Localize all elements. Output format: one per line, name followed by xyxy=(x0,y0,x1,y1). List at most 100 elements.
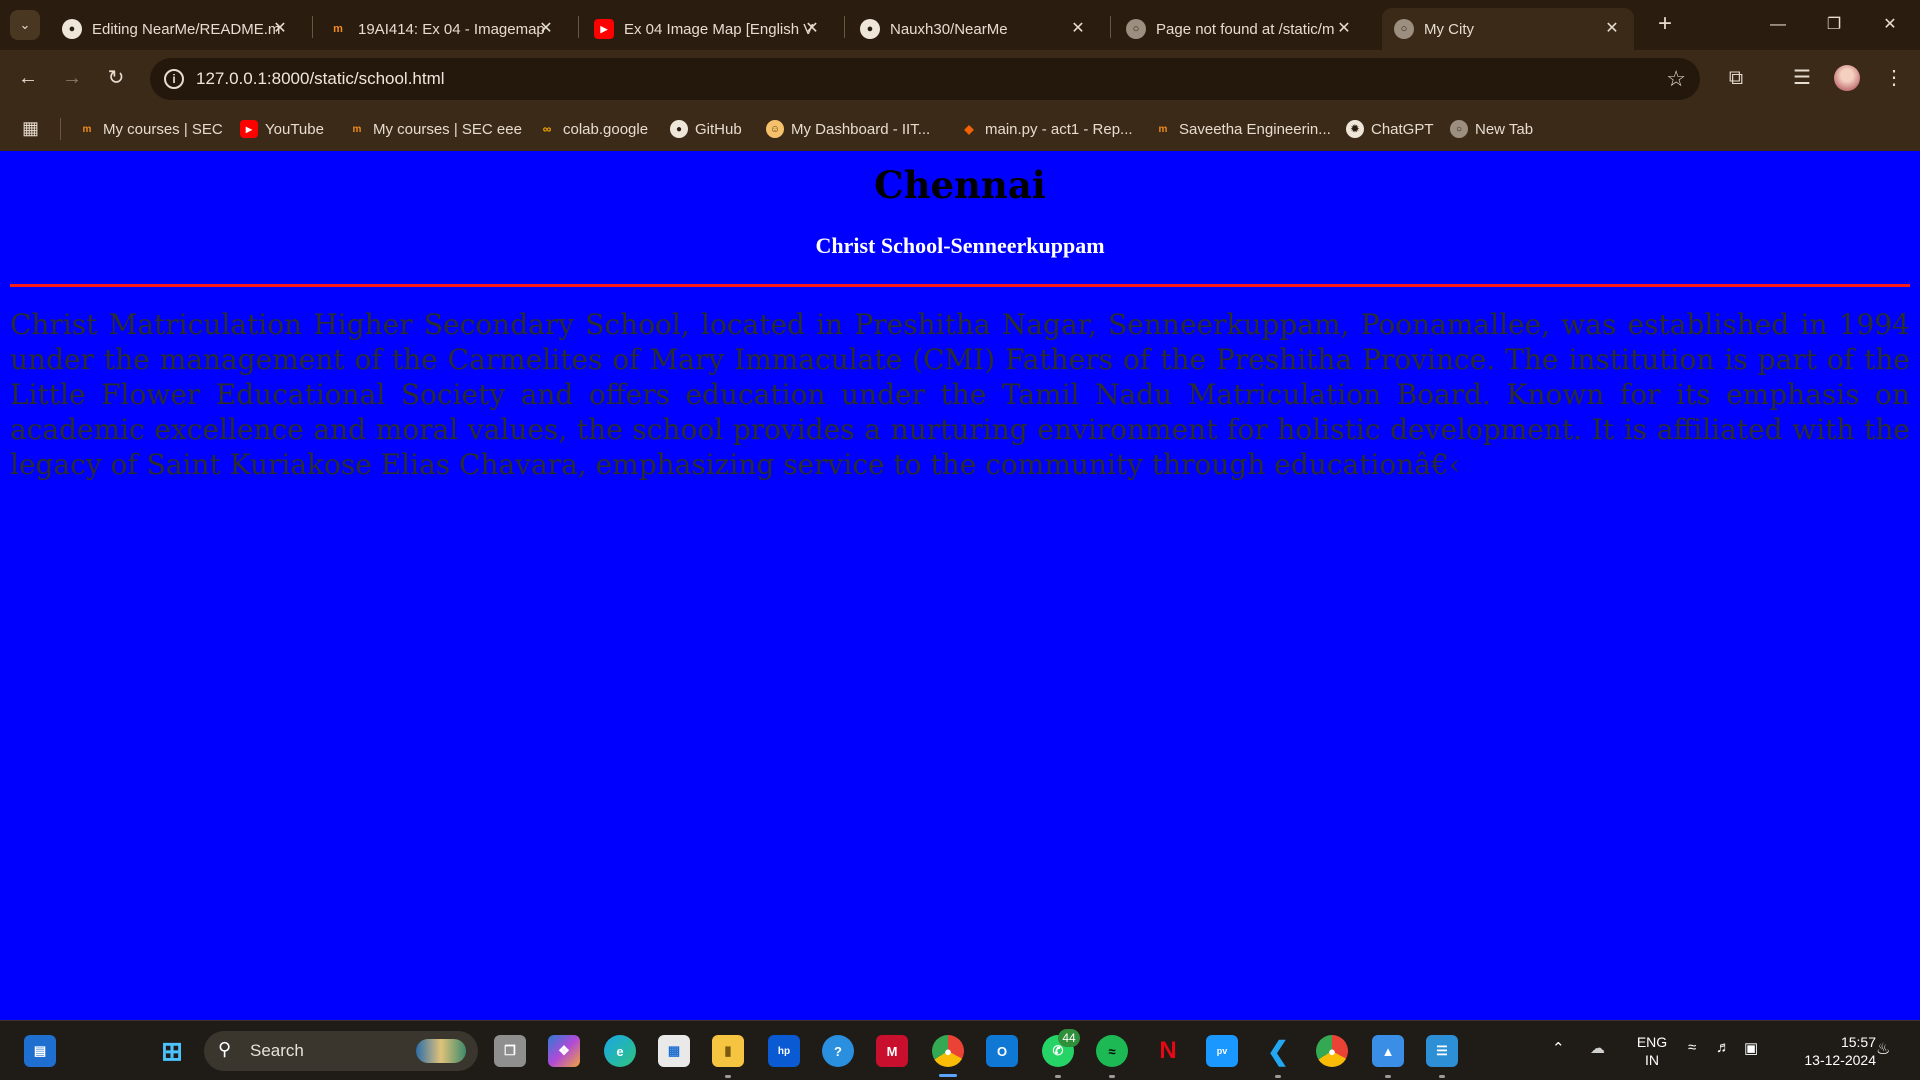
search-highlight-image xyxy=(416,1039,466,1063)
tab-youtube-video[interactable]: ▶ Ex 04 Image Map [English V ✕ xyxy=(582,8,834,50)
address-bar[interactable]: i 127.0.0.1:8000/static/school.html ☆ xyxy=(150,58,1700,100)
globe-icon: ○ xyxy=(1450,120,1468,138)
chrome-profile-icon[interactable]: ● xyxy=(932,1035,964,1067)
close-icon[interactable]: ✕ xyxy=(1068,18,1088,38)
replit-icon: ◆ xyxy=(964,122,974,136)
reload-icon[interactable]: ↻ xyxy=(100,62,132,94)
taskbar-search-box[interactable]: ⚲ Search xyxy=(204,1031,478,1071)
bookmark-label: YouTube xyxy=(265,120,324,138)
open-indicator xyxy=(1109,1075,1115,1078)
prime-video-icon[interactable]: pv xyxy=(1206,1035,1238,1067)
photos-icon[interactable]: ▲ xyxy=(1372,1035,1404,1067)
chevron-up-icon[interactable]: ⌃ xyxy=(1552,1039,1565,1057)
url-text[interactable]: 127.0.0.1:8000/static/school.html xyxy=(196,69,445,89)
dashboard-icon: ☺ xyxy=(766,120,784,138)
volume-icon[interactable]: ♬ xyxy=(1716,1039,1731,1056)
bookmark-replit[interactable]: ◆ main.py - act1 - Rep... xyxy=(960,116,1132,142)
globe-icon: ○ xyxy=(1394,19,1414,39)
restore-icon[interactable]: ❐ xyxy=(1814,10,1854,40)
mcafee-icon[interactable]: M xyxy=(876,1035,908,1067)
browser-toolbar: ← → ↻ i 127.0.0.1:8000/static/school.htm… xyxy=(0,50,1920,106)
tab-my-city[interactable]: ○ My City ✕ xyxy=(1382,8,1634,50)
battery-icon[interactable]: ▣ xyxy=(1744,1039,1758,1057)
tab-github-repo[interactable]: ● Nauxh30/NearMe ✕ xyxy=(848,8,1100,50)
widgets-icon[interactable]: ▤ xyxy=(24,1035,56,1067)
clock-date: 13-12-2024 xyxy=(1804,1052,1876,1068)
bookmark-my-courses[interactable]: m My courses | SEC xyxy=(78,116,223,142)
bookmark-colab[interactable]: ∞ colab.google xyxy=(538,116,648,142)
bookmark-star-icon[interactable]: ☆ xyxy=(1666,66,1686,92)
notification-badge: 44 xyxy=(1058,1029,1080,1047)
close-icon[interactable]: ✕ xyxy=(1602,18,1622,38)
bookmark-new-tab[interactable]: ○ New Tab xyxy=(1450,116,1533,142)
notepad-icon[interactable]: ☰ xyxy=(1426,1035,1458,1067)
outlook-icon[interactable]: O xyxy=(986,1035,1018,1067)
active-indicator xyxy=(939,1074,957,1077)
profile-avatar[interactable] xyxy=(1834,65,1860,91)
copilot-icon[interactable]: ❖ xyxy=(548,1035,580,1067)
tab-search-button[interactable]: ⌄ xyxy=(10,10,40,40)
browser-chrome: ⌄ ● Editing NearMe/README.m ✕ m 19AI414:… xyxy=(0,0,1920,151)
bookmark-chatgpt[interactable]: ✹ ChatGPT xyxy=(1346,116,1434,142)
school-description: Christ Matriculation Higher Secondary Sc… xyxy=(10,308,1910,481)
tab-imagemap[interactable]: m 19AI414: Ex 04 - Imagemap ✕ xyxy=(316,8,568,50)
back-icon[interactable]: ← xyxy=(12,62,44,94)
close-icon[interactable]: ✕ xyxy=(270,18,290,38)
bookmark-label: colab.google xyxy=(563,120,649,138)
bookmark-dashboard[interactable]: ☺ My Dashboard - IIT... xyxy=(766,116,930,142)
edge-icon[interactable]: e xyxy=(604,1035,636,1067)
extensions-icon[interactable]: ⧉ xyxy=(1720,62,1752,94)
tab-divider xyxy=(312,16,313,38)
help-icon[interactable]: ? xyxy=(822,1035,854,1067)
bookmark-my-courses-eee[interactable]: m My courses | SEC eee xyxy=(348,116,522,142)
site-info-icon[interactable]: i xyxy=(164,69,184,89)
apps-grid-icon[interactable]: ▦ xyxy=(22,118,42,138)
youtube-icon: ▶ xyxy=(594,19,614,39)
media-controls-icon[interactable]: ☰ xyxy=(1786,62,1818,94)
bookmark-youtube[interactable]: ▶ YouTube xyxy=(240,116,324,142)
menu-kebab-icon[interactable]: ⋮ xyxy=(1878,62,1910,94)
region-label: IN xyxy=(1645,1052,1659,1068)
page-title: Chennai xyxy=(874,163,1046,207)
moodle-icon: m xyxy=(352,123,362,135)
windows-taskbar: ▤ ⊞ ⚲ Search ❐ ❖ e ▦ ▮ hp ? M ● O ✆ 44 ≈… xyxy=(0,1020,1920,1080)
bookmark-label: My courses | SEC xyxy=(103,120,223,138)
open-indicator xyxy=(1055,1075,1061,1078)
vscode-icon[interactable]: ❮ xyxy=(1262,1035,1294,1067)
tab-page-not-found[interactable]: ○ Page not found at /static/m ✕ xyxy=(1114,8,1366,50)
close-icon[interactable]: ✕ xyxy=(1334,18,1354,38)
chrome-icon[interactable]: ● xyxy=(1316,1035,1348,1067)
tab-divider xyxy=(578,16,579,38)
input-language[interactable]: ENG IN xyxy=(1632,1033,1672,1069)
notification-bell-icon[interactable]: ♨ xyxy=(1876,1039,1890,1059)
tab-divider xyxy=(1110,16,1111,38)
onedrive-error-icon[interactable]: ☁ xyxy=(1590,1039,1605,1057)
myhp-icon[interactable]: hp xyxy=(768,1035,800,1067)
bookmark-saveetha[interactable]: m Saveetha Engineerin... xyxy=(1154,116,1331,142)
close-icon[interactable]: ✕ xyxy=(802,18,822,38)
minimize-icon[interactable]: — xyxy=(1758,10,1798,40)
store-icon[interactable]: ▦ xyxy=(658,1035,690,1067)
moodle-icon: m xyxy=(82,123,92,135)
github-icon: ● xyxy=(860,19,880,39)
youtube-icon: ▶ xyxy=(240,120,258,138)
bookmark-label: My courses | SEC eee xyxy=(373,120,522,138)
open-indicator xyxy=(1439,1075,1445,1078)
clock[interactable]: 15:57 13-12-2024 xyxy=(1780,1033,1876,1069)
tab-github-readme[interactable]: ● Editing NearMe/README.m ✕ xyxy=(50,8,302,50)
chevron-down-icon: ⌄ xyxy=(19,17,31,32)
forward-icon[interactable]: → xyxy=(56,62,88,94)
spotify-icon[interactable]: ≈ xyxy=(1096,1035,1128,1067)
netflix-icon[interactable]: N xyxy=(1152,1035,1184,1067)
task-view-icon[interactable]: ❐ xyxy=(494,1035,526,1067)
wifi-icon[interactable]: ≈ xyxy=(1688,1039,1696,1056)
bookmark-label: GitHub xyxy=(695,120,742,138)
school-heading: Christ School-Senneerkuppam xyxy=(815,233,1105,258)
bookmark-github[interactable]: ● GitHub xyxy=(670,116,742,142)
close-window-icon[interactable]: ✕ xyxy=(1870,10,1910,40)
file-explorer-icon[interactable]: ▮ xyxy=(712,1035,744,1067)
start-windows-icon[interactable]: ⊞ xyxy=(156,1035,188,1067)
search-label: Search xyxy=(250,1041,304,1060)
close-icon[interactable]: ✕ xyxy=(536,18,556,38)
new-tab-button[interactable]: + xyxy=(1650,10,1680,40)
